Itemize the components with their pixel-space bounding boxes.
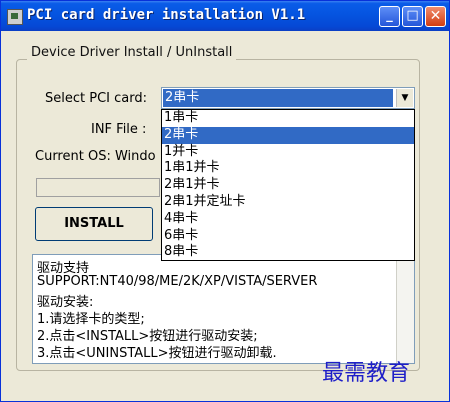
install-progress-bar xyxy=(36,178,160,197)
close-button[interactable]: ✕ xyxy=(425,6,446,27)
minimize-button[interactable]: _ xyxy=(379,6,400,27)
dropdown-option-6-serial[interactable]: 6串卡 xyxy=(162,228,414,245)
maximize-button[interactable]: □ xyxy=(402,6,423,27)
inf-file-label: INF File : xyxy=(91,122,147,137)
info-textarea[interactable]: 驱动支持 SUPPORT:NT40/98/ME/2K/XP/VISTA/SERV… xyxy=(32,254,415,364)
info-line: SUPPORT:NT40/98/ME/2K/XP/VISTA/SERVER xyxy=(37,274,318,289)
dropdown-option-1-serial-1-parallel[interactable]: 1串1并卡 xyxy=(162,160,414,177)
install-button[interactable]: INSTALL xyxy=(35,207,153,241)
info-line: 3.点击<UNINSTALL>按钮进行驱动卸载. xyxy=(37,346,277,361)
dropdown-option-2-serial[interactable]: 2串卡 xyxy=(162,126,414,144)
window-title: PCI card driver installation V1.1 xyxy=(27,7,306,23)
pci-card-dropdown-list[interactable]: 1串卡 2串卡 1并卡 1串1并卡 2串1并卡 2串1并定址卡 4串卡 6串卡 … xyxy=(161,109,415,261)
dropdown-option-2-serial-1-parallel-addr[interactable]: 2串1并定址卡 xyxy=(162,194,414,211)
select-pci-card-label: Select PCI card: xyxy=(45,91,147,106)
app-icon xyxy=(7,9,23,25)
pci-card-selected-value: 2串卡 xyxy=(163,89,393,107)
dropdown-option-4-serial[interactable]: 4串卡 xyxy=(162,211,414,228)
dropdown-option-1-parallel[interactable]: 1并卡 xyxy=(162,144,414,161)
dropdown-option-1-serial[interactable]: 1串卡 xyxy=(162,110,414,127)
textarea-scrollbar[interactable] xyxy=(396,255,414,363)
group-legend: Device Driver Install / UnInstall xyxy=(27,45,237,60)
title-bar[interactable]: PCI card driver installation V1.1 _ □ ✕ xyxy=(1,1,449,31)
dropdown-option-2-serial-1-parallel[interactable]: 2串1并卡 xyxy=(162,177,414,194)
pci-card-select[interactable]: 2串卡 ▼ xyxy=(161,87,415,109)
current-os-label: Current OS: Windo xyxy=(35,149,156,164)
installer-window: PCI card driver installation V1.1 _ □ ✕ … xyxy=(0,0,450,402)
dropdown-option-8-serial[interactable]: 8串卡 xyxy=(162,244,414,260)
chevron-down-icon[interactable]: ▼ xyxy=(396,89,413,107)
watermark-text: 最需教育 xyxy=(322,361,411,386)
